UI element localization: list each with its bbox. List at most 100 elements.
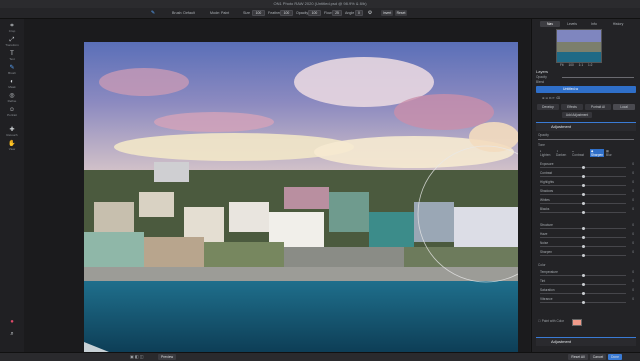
slider-knob[interactable] [581, 253, 585, 257]
paint-mode-select[interactable]: Mode: Paint [210, 10, 229, 16]
add-adjustment-button[interactable]: Add Adjustment [562, 112, 592, 118]
module-tab-develop[interactable]: Develop [537, 104, 559, 110]
tool-color-fill[interactable]: ● [2, 319, 22, 326]
adjustment-collapsed-header[interactable]: Adjustment [536, 337, 636, 346]
adjustment-opacity-slider[interactable] [538, 139, 634, 140]
flow-label: Flow [324, 11, 332, 15]
zoom-1-2[interactable]: 1:2 [588, 63, 592, 67]
tab-info[interactable]: Info [584, 21, 604, 27]
tool-portrait[interactable]: ☺ Portrait [2, 107, 22, 118]
module-tab-effects[interactable]: Effects [561, 104, 583, 110]
slider-knob[interactable] [581, 300, 585, 304]
flow-field[interactable]: 25 [332, 10, 342, 16]
slider-exposure[interactable]: Exposure 0 [538, 162, 634, 170]
title-bar: ON1 Photo RAW 2020 (Untitled.psd @ 98.9%… [0, 0, 640, 15]
cancel-button[interactable]: Cancel [590, 354, 606, 360]
slider-sharpen[interactable]: Sharpen 0 [538, 250, 634, 258]
tone-section-label: Tone [538, 143, 545, 147]
slider-knob[interactable] [581, 210, 585, 214]
settings-gear-icon[interactable]: ⚙ [367, 10, 373, 16]
paint-with-color-checkbox[interactable]: ☐ Paint with Color [538, 319, 564, 323]
adjustment-collapsed-title: Adjustment [551, 339, 572, 344]
image-canvas[interactable] [24, 19, 530, 358]
slider-knob[interactable] [581, 235, 585, 239]
zoom-fit[interactable]: Fit [560, 63, 564, 67]
module-tab-portrait[interactable]: Portrait AI [585, 104, 611, 110]
slider-knob[interactable] [581, 174, 585, 178]
slider-knob[interactable] [581, 226, 585, 230]
tool-brush[interactable]: ✎ Brush [2, 65, 22, 76]
layer-row-selected[interactable]: Untitled-w [536, 86, 636, 93]
tool-mask[interactable]: ◐ Mask [2, 79, 22, 90]
size-label: Size [243, 11, 250, 15]
tool-text[interactable]: T Text [2, 51, 22, 62]
paint-color-swatch[interactable] [572, 319, 582, 326]
tool-well: ⌗ Crop ⤢ Transform T Text ✎ Brush ◐ Mask ◎ Ref… [0, 19, 25, 352]
slider-contrast[interactable]: Contrast 0 [538, 171, 634, 179]
window-title: ON1 Photo RAW 2020 (Untitled.psd @ 98.9%… [273, 1, 367, 6]
slider-saturation[interactable]: Saturation 0 [538, 288, 634, 296]
magnifier-icon: ⌕ [10, 331, 14, 337]
opacity-field[interactable]: 100 [308, 10, 321, 16]
adjustment-opacity-label: Opacity [538, 133, 549, 137]
tab-history[interactable]: History [606, 21, 630, 27]
slider-highlights[interactable]: Highlights 0 [538, 180, 634, 188]
reset-button[interactable]: Reset [395, 10, 407, 16]
size-field[interactable]: 100 [252, 10, 265, 16]
zoom-100[interactable]: 100 [568, 63, 573, 67]
preview-button[interactable]: Preview [158, 354, 176, 360]
slider-knob[interactable] [581, 273, 585, 277]
slider-vibrance[interactable]: Vibrance 0 [538, 297, 634, 305]
tool-retouch[interactable]: ✚ Retouch [2, 127, 22, 138]
layers-opacity-slider[interactable] [562, 77, 634, 78]
slider-knob[interactable] [581, 291, 585, 295]
color-dot-icon: ● [10, 319, 14, 325]
invert-button[interactable]: Invert [381, 10, 393, 16]
slider-tint[interactable]: Tint 0 [538, 279, 634, 287]
mode-lighten[interactable]: ◐ Lighten [540, 149, 550, 157]
layers-heading: Layers [536, 69, 549, 74]
navigator-thumbnail-render [557, 30, 601, 62]
feather-field[interactable]: 100 [280, 10, 293, 16]
tab-nav[interactable]: Nav [540, 21, 560, 27]
right-panel: Nav Levels Info History Fit 100 1:1 1:2 … [531, 19, 640, 352]
slider-knob[interactable] [581, 201, 585, 205]
layer-actions-icons[interactable]: ⊕ ⊖ ⧉ ⟳ ⌫ [542, 96, 560, 100]
tool-view[interactable]: ✋ View [2, 141, 22, 152]
view-mode-icons[interactable]: ▣ ◧ ◫ [130, 354, 144, 360]
tool-transform[interactable]: ⤢ Transform [2, 37, 22, 48]
angle-field[interactable]: 0 [355, 10, 363, 16]
harbor-photo-render [84, 42, 518, 358]
brush-tool-icon[interactable]: ✎ [150, 10, 156, 16]
mode-darken[interactable]: ◑ Darken [556, 149, 566, 157]
tab-levels[interactable]: Levels [562, 21, 582, 27]
slider-blacks[interactable]: Blacks 0 [538, 207, 634, 215]
mode-blur[interactable]: ▦ Blur [606, 149, 612, 157]
tool-zoom[interactable]: ⌕ [2, 331, 22, 338]
tool-refine[interactable]: ◎ Refine [2, 93, 22, 104]
slider-shadows[interactable]: Shadows 0 [538, 189, 634, 197]
reset-all-button[interactable]: Reset All [568, 354, 588, 360]
slider-temperature[interactable]: Temperature 0 [538, 270, 634, 278]
module-tab-local[interactable]: Local [613, 104, 635, 110]
slider-haze[interactable]: Haze 0 [538, 232, 634, 240]
brush-preset-select[interactable]: Brush: Default [172, 10, 195, 16]
slider-structure[interactable]: Structure 0 [538, 223, 634, 231]
slider-knob[interactable] [581, 244, 585, 248]
adjustment-header[interactable]: Adjustment [536, 122, 636, 131]
slider-noise[interactable]: Noise 0 [538, 241, 634, 249]
slider-knob[interactable] [581, 282, 585, 286]
tool-crop[interactable]: ⌗ Crop [2, 23, 22, 34]
slider-knob[interactable] [581, 192, 585, 196]
done-button[interactable]: Done [608, 354, 622, 360]
navigator-thumbnail[interactable] [556, 29, 602, 63]
slider-knob[interactable] [581, 183, 585, 187]
slider-whites[interactable]: Whites 0 [538, 198, 634, 206]
mode-sharpen[interactable]: ◆ Sharpen [590, 149, 605, 157]
zoom-1-1[interactable]: 1:1 [579, 63, 583, 67]
angle-label: Angle [345, 11, 355, 15]
mode-contrast[interactable]: ◒ Contrast [572, 149, 584, 157]
feather-label: Feather [268, 11, 281, 15]
slider-knob[interactable] [581, 165, 585, 169]
photo-harbor-town[interactable] [84, 42, 518, 358]
